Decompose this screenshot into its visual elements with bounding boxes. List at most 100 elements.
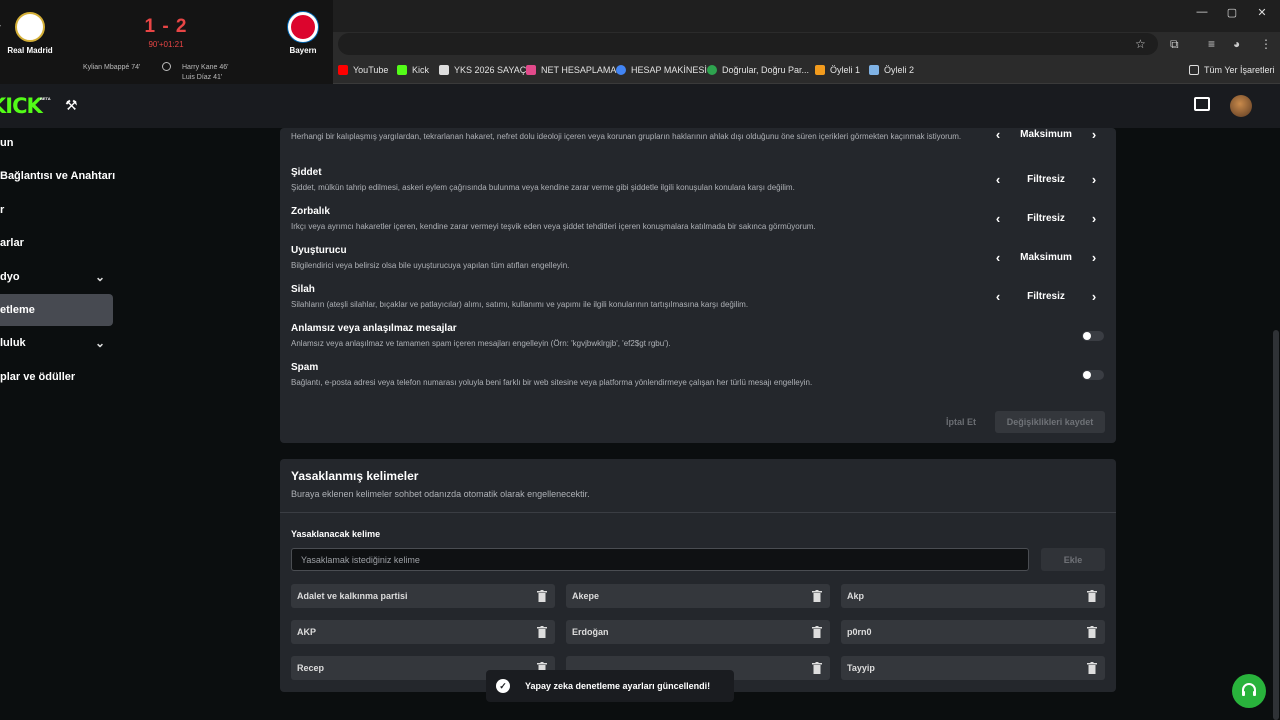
warning-icon (815, 65, 825, 75)
site-header (0, 84, 1280, 128)
chevron-left-icon[interactable]: ‹ (990, 127, 1006, 142)
add-button[interactable]: Ekle (1041, 548, 1105, 571)
sidebar-item-3[interactable]: r (0, 194, 113, 226)
violence-title: Şiddet (291, 167, 322, 178)
home-scorer: Kylian Mbappé 74' (83, 64, 141, 71)
trash-icon[interactable] (812, 662, 822, 674)
ball-icon (162, 62, 171, 71)
support-chat-button[interactable] (1232, 674, 1266, 708)
maximize-icon[interactable]: ▢ (1222, 6, 1242, 19)
drugs-desc: Bilgilendirici veya belirsiz olsa bile u… (291, 261, 570, 270)
beta-badge: BETA (40, 96, 51, 101)
user-avatar[interactable] (1230, 95, 1252, 117)
bookmark-kick[interactable]: Kick (397, 63, 429, 77)
away-team: Bayern (276, 12, 330, 55)
spam-toggle[interactable] (1082, 370, 1104, 380)
bayern-crest-icon (288, 12, 318, 42)
headset-icon (1242, 683, 1256, 696)
bullying-desc: Irkçı veya ayrımcı hakaretler içeren, ke… (291, 222, 816, 231)
trash-icon[interactable] (537, 626, 547, 638)
banned-words-subtitle: Buraya eklenen kelimeler sohbet odanızda… (291, 489, 590, 499)
chevron-right-icon[interactable]: › (1086, 211, 1102, 226)
hate-speech-desc: Herhangi bir kalıplaşmış yargılardan, te… (291, 132, 962, 141)
all-bookmarks[interactable]: Tüm Yer İşaretleri (1189, 63, 1275, 77)
banned-word-input[interactable] (291, 548, 1029, 571)
sidebar-item-membership[interactable]: luluk ⌄ (0, 327, 113, 359)
banned-word-chip: Adalet ve kalkınma partisi (291, 584, 555, 608)
banned-word-chip: Akp (841, 584, 1105, 608)
weapons-desc: Silahların (ateşli silahlar, bıçaklar ve… (291, 300, 749, 309)
save-changes-button[interactable]: Değişiklikleri kaydet (995, 411, 1105, 433)
banned-word-chip: Erdoğan (566, 620, 830, 644)
trash-icon[interactable] (1087, 590, 1097, 602)
bookmark-hesap-makinesi[interactable]: HESAP MAKİNESİ (616, 63, 707, 77)
chevron-left-icon[interactable]: ‹ (990, 211, 1006, 226)
match-score: 1 - 2 (144, 16, 188, 37)
chevron-left-icon[interactable]: ‹ (990, 289, 1006, 304)
youtube-icon (338, 65, 348, 75)
folder-icon (1189, 65, 1199, 75)
studio-icon[interactable] (1194, 97, 1210, 111)
chevron-right-icon[interactable]: › (1086, 172, 1102, 187)
cancel-button[interactable]: İptal Et (946, 417, 976, 427)
trash-icon[interactable] (537, 590, 547, 602)
chevron-left-icon[interactable]: ‹ (990, 250, 1006, 265)
weapons-title: Silah (291, 284, 315, 295)
gibberish-toggle[interactable] (1082, 331, 1104, 341)
chevron-right-icon[interactable]: › (1086, 127, 1102, 142)
divider (280, 512, 1116, 513)
address-bar[interactable] (338, 33, 1158, 55)
menu-icon[interactable]: ⋮ (1260, 37, 1272, 51)
drugs-stepper: ‹ Maksimum › (990, 248, 1102, 266)
match-time: 90'+01:21 (148, 40, 184, 49)
profile-icon[interactable]: ◕ (1233, 37, 1240, 51)
bookmark-oyleli-2[interactable]: Öyleli 2 (869, 63, 914, 77)
kick-logo[interactable]: KICK (0, 94, 43, 118)
chevron-right-icon[interactable]: › (1086, 250, 1102, 265)
chevron-down-icon: ⌄ (94, 270, 105, 284)
trash-icon[interactable] (1087, 626, 1097, 638)
media-icon[interactable]: ≡ (1208, 37, 1215, 51)
banned-word-chip: Akepe (566, 584, 830, 608)
temple-icon (439, 65, 449, 75)
sidebar-item-4[interactable]: arlar (0, 227, 113, 259)
page-scrollbar[interactable] (1273, 330, 1279, 720)
gibberish-title: Anlamsız veya anlaşılmaz mesajlar (291, 323, 457, 334)
trash-icon[interactable] (812, 590, 822, 602)
scroll-arrow-icon: › (0, 20, 1, 30)
trash-icon[interactable] (1087, 662, 1097, 674)
bullying-stepper: ‹ Filtresiz › (990, 209, 1102, 227)
real-madrid-crest-icon (15, 12, 45, 42)
grid-icon (526, 65, 536, 75)
bookmark-oyleli-1[interactable]: Öyleli 1 (815, 63, 860, 77)
sidebar-item-studio[interactable]: dyo ⌄ (0, 261, 113, 293)
violence-desc: Şiddet, mülkün tahrip edilmesi, askeri e… (291, 183, 795, 192)
trash-icon[interactable] (812, 626, 822, 638)
sidebar-item-moderation[interactable]: etleme (0, 294, 113, 326)
chevron-left-icon[interactable]: ‹ (990, 172, 1006, 187)
sidebar-item-profile[interactable]: un (0, 127, 113, 159)
close-icon[interactable]: ✕ (1252, 6, 1272, 19)
toggle-knob (1083, 371, 1091, 379)
drugs-title: Uyuşturucu (291, 245, 347, 256)
star-icon[interactable]: ☆ (1135, 37, 1146, 51)
hammer-icon[interactable]: ⚒ (65, 97, 78, 114)
bullying-title: Zorbalık (291, 206, 330, 217)
violence-stepper: ‹ Filtresiz › (990, 170, 1102, 188)
image-icon (869, 65, 879, 75)
sidebar-item-rewards[interactable]: plar ve ödüller (0, 361, 113, 393)
bookmark-yks-sayac[interactable]: YKS 2026 SAYAÇ (439, 63, 526, 77)
leaf-icon (707, 65, 717, 75)
kick-icon (397, 65, 407, 75)
chevron-right-icon[interactable]: › (1086, 289, 1102, 304)
minimize-icon[interactable]: — (1192, 6, 1212, 18)
bookmark-youtube[interactable]: YouTube (338, 63, 388, 77)
extensions-icon[interactable]: ⧉ (1170, 37, 1179, 52)
bookmark-dogrular[interactable]: Doğrular, Doğru Par... (707, 63, 809, 77)
banned-word-chip: Tayyip (841, 656, 1105, 680)
bookmark-net-hesaplama[interactable]: NET HESAPLAMA (526, 63, 616, 77)
chevron-down-icon: ⌄ (94, 336, 105, 350)
sidebar-item-stream-key[interactable]: Bağlantısı ve Anahtarı (0, 160, 115, 192)
google-icon (616, 65, 626, 75)
banned-word-chip: AKP (291, 620, 555, 644)
